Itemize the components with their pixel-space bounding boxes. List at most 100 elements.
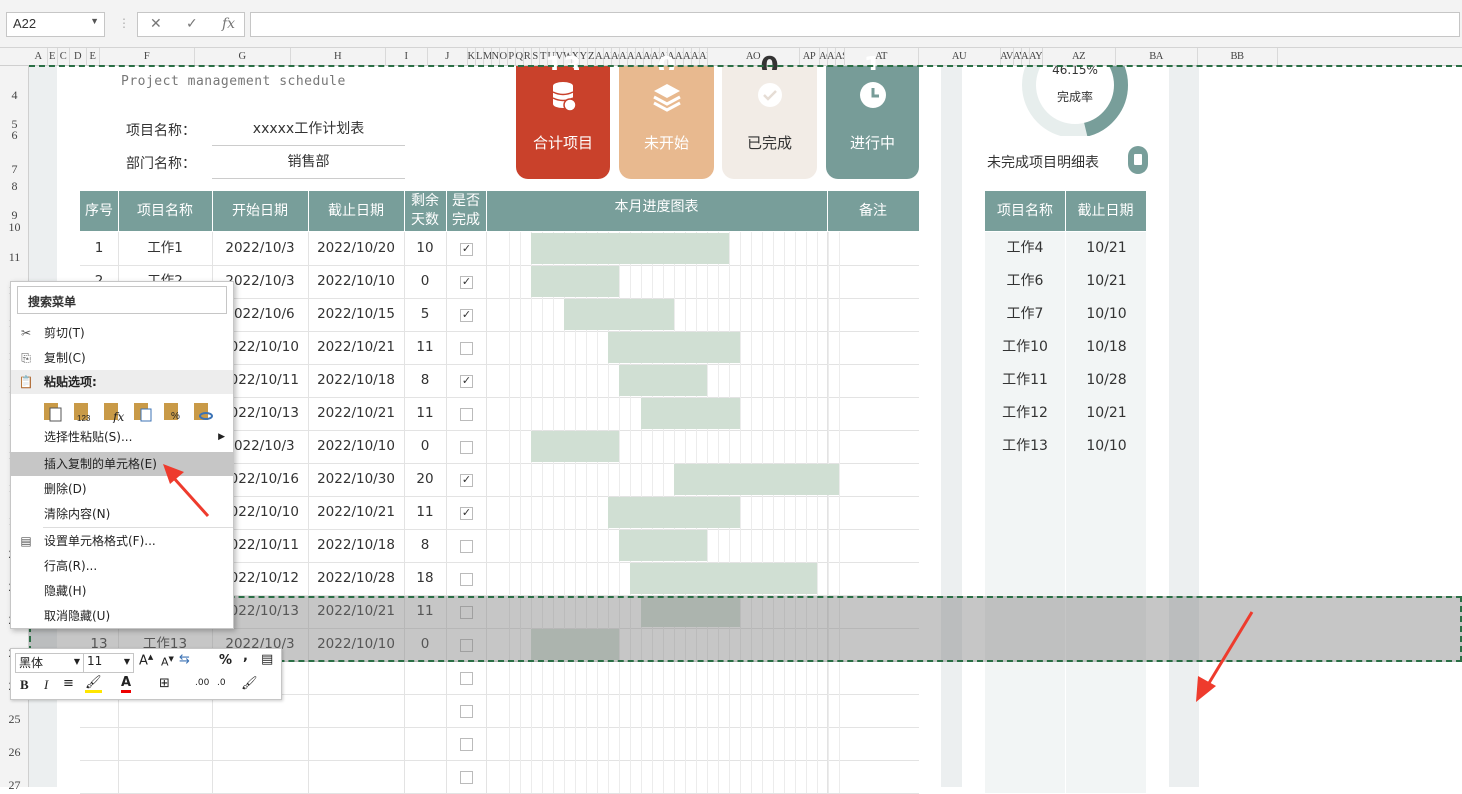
table-cell-no[interactable] — [80, 727, 119, 760]
table-cell-no[interactable] — [80, 760, 119, 793]
menu-hide[interactable]: 隐藏(H) — [11, 579, 233, 603]
table-cell-done[interactable] — [446, 661, 487, 694]
table-cell-progress[interactable] — [486, 496, 840, 529]
paste-formatting-icon[interactable]: % — [161, 399, 185, 423]
detail-row[interactable] — [985, 727, 1146, 761]
table-cell-start[interactable]: 2022/10/3 — [212, 232, 309, 265]
table-cell-end[interactable]: 2022/10/18 — [308, 364, 405, 397]
column-header-cell[interactable]: H — [290, 48, 386, 66]
detail-row[interactable] — [985, 760, 1146, 794]
row-header-cell[interactable]: 11 — [0, 250, 29, 265]
table-cell-progress[interactable] — [486, 760, 840, 793]
detail-row[interactable]: 工作13 10/10 — [985, 430, 1146, 464]
detail-row[interactable] — [985, 562, 1146, 596]
table-cell-left[interactable]: 10 — [404, 232, 447, 265]
table-cell-notes[interactable] — [827, 727, 919, 760]
table-cell-done[interactable] — [446, 529, 487, 562]
column-header-cell[interactable]: AZ — [1042, 48, 1116, 66]
detail-row[interactable] — [985, 694, 1146, 728]
checkbox[interactable] — [460, 738, 473, 751]
table-cell-end[interactable]: 2022/10/28 — [308, 562, 405, 595]
checkbox[interactable]: ✓ — [460, 507, 473, 520]
table-row[interactable] — [80, 760, 919, 794]
table-cell-done[interactable] — [446, 562, 487, 595]
bold-icon[interactable]: B — [20, 677, 29, 693]
confirm-icon[interactable]: ✓ — [186, 16, 198, 32]
table-cell-end[interactable]: 2022/10/21 — [308, 397, 405, 430]
decrease-decimal-icon[interactable]: .0 — [217, 678, 226, 688]
row-header-cell[interactable]: 25 — [0, 712, 29, 727]
checkbox[interactable]: ✓ — [460, 276, 473, 289]
paste-link-icon[interactable] — [191, 399, 215, 423]
table-cell-notes[interactable] — [827, 265, 919, 298]
table-cell-left[interactable] — [404, 760, 447, 793]
table-cell-notes[interactable] — [827, 562, 919, 595]
table-cell-done[interactable] — [446, 430, 487, 463]
detail-row[interactable]: 工作10 10/18 — [985, 331, 1146, 365]
column-header-cell[interactable]: G — [194, 48, 291, 66]
menu-row-height[interactable]: 行高(R)... — [11, 554, 233, 578]
table-cell-notes[interactable] — [827, 232, 919, 265]
table-cell-left[interactable] — [404, 694, 447, 727]
dept-name-value[interactable]: 销售部 — [212, 151, 405, 179]
table-cell-end[interactable]: 2022/10/15 — [308, 298, 405, 331]
table-cell-left[interactable]: 11 — [404, 331, 447, 364]
font-select[interactable]: 黑体 ▼ — [15, 653, 84, 673]
fx-icon[interactable]: fx — [222, 16, 235, 32]
detail-row[interactable]: 工作6 10/21 — [985, 265, 1146, 299]
menu-unhide[interactable]: 取消隐藏(U) — [11, 604, 233, 628]
column-header-cell[interactable]: BA — [1115, 48, 1198, 66]
table-cell-left[interactable]: 20 — [404, 463, 447, 496]
table-cell-done[interactable]: ✓ — [446, 364, 487, 397]
table-cell-left[interactable] — [404, 661, 447, 694]
checkbox[interactable] — [460, 771, 473, 784]
percent-button[interactable]: % — [219, 653, 232, 668]
table-cell-name[interactable]: 工作1 — [118, 232, 213, 265]
table-cell-left[interactable]: 11 — [404, 496, 447, 529]
table-cell-done[interactable]: ✓ — [446, 463, 487, 496]
row-header-cell[interactable]: 26 — [0, 745, 29, 760]
table-cell-progress[interactable] — [486, 694, 840, 727]
row-header-cell[interactable]: 10 — [0, 220, 29, 235]
row-header-cell[interactable]: 7 — [0, 162, 29, 177]
formula-input[interactable] — [250, 12, 1460, 37]
table-cell-progress[interactable] — [486, 463, 840, 496]
menu-paste-special[interactable]: 选择性粘贴(S)... ▶ — [11, 425, 233, 449]
table-row[interactable] — [80, 727, 919, 761]
table-cell-progress[interactable] — [486, 727, 840, 760]
table-cell-end[interactable] — [308, 760, 405, 793]
column-header-cell[interactable]: AY — [1029, 48, 1043, 66]
table-cell-no[interactable]: 1 — [80, 232, 119, 265]
checkbox[interactable]: ✓ — [460, 375, 473, 388]
table-cell-done[interactable]: ✓ — [446, 298, 487, 331]
table-cell-done[interactable]: ✓ — [446, 496, 487, 529]
checkbox[interactable] — [460, 573, 473, 586]
table-cell-progress[interactable] — [486, 364, 840, 397]
comma-button[interactable]: , — [243, 649, 248, 664]
table-cell-notes[interactable] — [827, 430, 919, 463]
paste-formulas-icon[interactable]: fx — [101, 399, 125, 424]
table-cell-left[interactable]: 8 — [404, 529, 447, 562]
row-header-cell[interactable]: 8 — [0, 179, 29, 194]
paste-values-icon[interactable]: 123 — [71, 399, 95, 423]
checkbox[interactable]: ✓ — [460, 309, 473, 322]
table-cell-notes[interactable] — [827, 496, 919, 529]
table-cell-end[interactable]: 2022/10/10 — [308, 265, 405, 298]
checkbox[interactable] — [460, 540, 473, 553]
table-cell-progress[interactable] — [486, 397, 840, 430]
column-header-cell[interactable]: D — [69, 48, 87, 66]
font-color-icon[interactable]: A — [121, 675, 132, 693]
format-painter-icon[interactable]: 🖌 — [241, 676, 258, 691]
table-cell-progress[interactable] — [486, 430, 840, 463]
table-cell-done[interactable] — [446, 694, 487, 727]
table-cell-done[interactable]: ✓ — [446, 265, 487, 298]
table-cell-notes[interactable] — [827, 760, 919, 793]
column-header-cell[interactable]: AV — [1000, 48, 1014, 66]
table-cell-notes[interactable] — [827, 364, 919, 397]
increase-decimal-icon[interactable]: .00 — [195, 678, 209, 688]
table-cell-progress[interactable] — [486, 331, 840, 364]
table-cell-start[interactable] — [212, 727, 309, 760]
detail-row[interactable] — [985, 496, 1146, 530]
format-table-icon[interactable]: ▤ — [261, 652, 273, 667]
detail-row[interactable]: 工作4 10/21 — [985, 232, 1146, 266]
